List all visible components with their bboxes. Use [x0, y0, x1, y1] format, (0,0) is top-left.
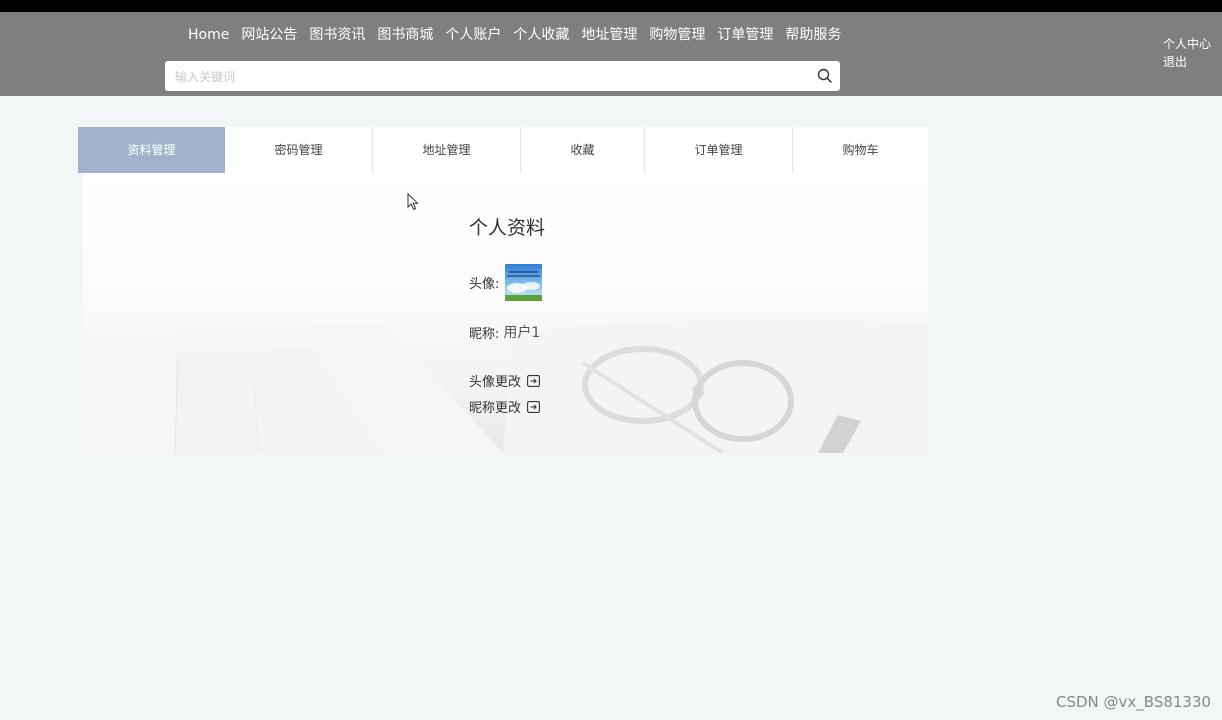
nav-item-announcements[interactable]: 网站公告 [235, 24, 303, 46]
change-nickname-label: 昵称更改 [469, 401, 522, 416]
top-black-strip [0, 0, 1222, 12]
avatar [505, 264, 543, 301]
search-bar [165, 61, 840, 91]
avatar-label: 头像: [469, 277, 500, 292]
tab-favorites[interactable]: 收藏 [521, 127, 645, 173]
nickname-label: 昵称: [469, 326, 500, 342]
search-input[interactable] [173, 65, 797, 89]
tab-profile[interactable]: 资料管理 [78, 127, 225, 173]
nickname-value: 用户1 [503, 325, 541, 341]
tab-cart[interactable]: 购物车 [793, 127, 928, 173]
external-arrow-icon [527, 374, 540, 387]
profile-tabs: 资料管理 密码管理 地址管理 收藏 订单管理 购物车 [78, 127, 928, 173]
logout-link[interactable]: 退出 [1163, 53, 1211, 71]
watermark: CSDN @vx_BS81330 [1056, 693, 1212, 711]
nickname-row: 昵称: 用户1 [469, 322, 540, 342]
search-icon[interactable] [816, 67, 834, 85]
nav-item-help[interactable]: 帮助服务 [779, 24, 847, 46]
tab-address[interactable]: 地址管理 [373, 127, 521, 173]
nav-item-orders[interactable]: 订单管理 [711, 24, 779, 46]
main-nav: Home 网站公告 图书资讯 图书商城 个人账户 个人收藏 地址管理 购物管理 … [182, 24, 847, 46]
tab-orders[interactable]: 订单管理 [645, 127, 793, 173]
nav-item-home[interactable]: Home [182, 24, 235, 46]
personal-center-link[interactable]: 个人中心 [1163, 35, 1211, 53]
nav-item-shopping[interactable]: 购物管理 [643, 24, 711, 46]
nav-item-book-news[interactable]: 图书资讯 [303, 24, 371, 46]
external-arrow-icon [527, 400, 540, 413]
user-links: 个人中心 退出 [1163, 35, 1211, 71]
mouse-cursor-icon [407, 193, 419, 211]
change-nickname-link[interactable]: 昵称更改 [469, 397, 540, 416]
tab-password[interactable]: 密码管理 [225, 127, 373, 173]
nav-item-account[interactable]: 个人账户 [439, 24, 507, 46]
nav-item-favorites[interactable]: 个人收藏 [507, 24, 575, 46]
avatar-row: 头像: [469, 264, 543, 301]
change-avatar-link[interactable]: 头像更改 [469, 371, 540, 390]
nav-item-address[interactable]: 地址管理 [575, 24, 643, 46]
site-header: Home 网站公告 图书资讯 图书商城 个人账户 个人收藏 地址管理 购物管理 … [0, 12, 1222, 96]
profile-title: 个人资料 [469, 217, 546, 239]
nav-item-book-store[interactable]: 图书商城 [371, 24, 439, 46]
change-avatar-label: 头像更改 [469, 375, 522, 390]
profile-panel: 个人资料 头像: 昵称: 用户1 头像更改 昵称更改 [83, 173, 928, 453]
